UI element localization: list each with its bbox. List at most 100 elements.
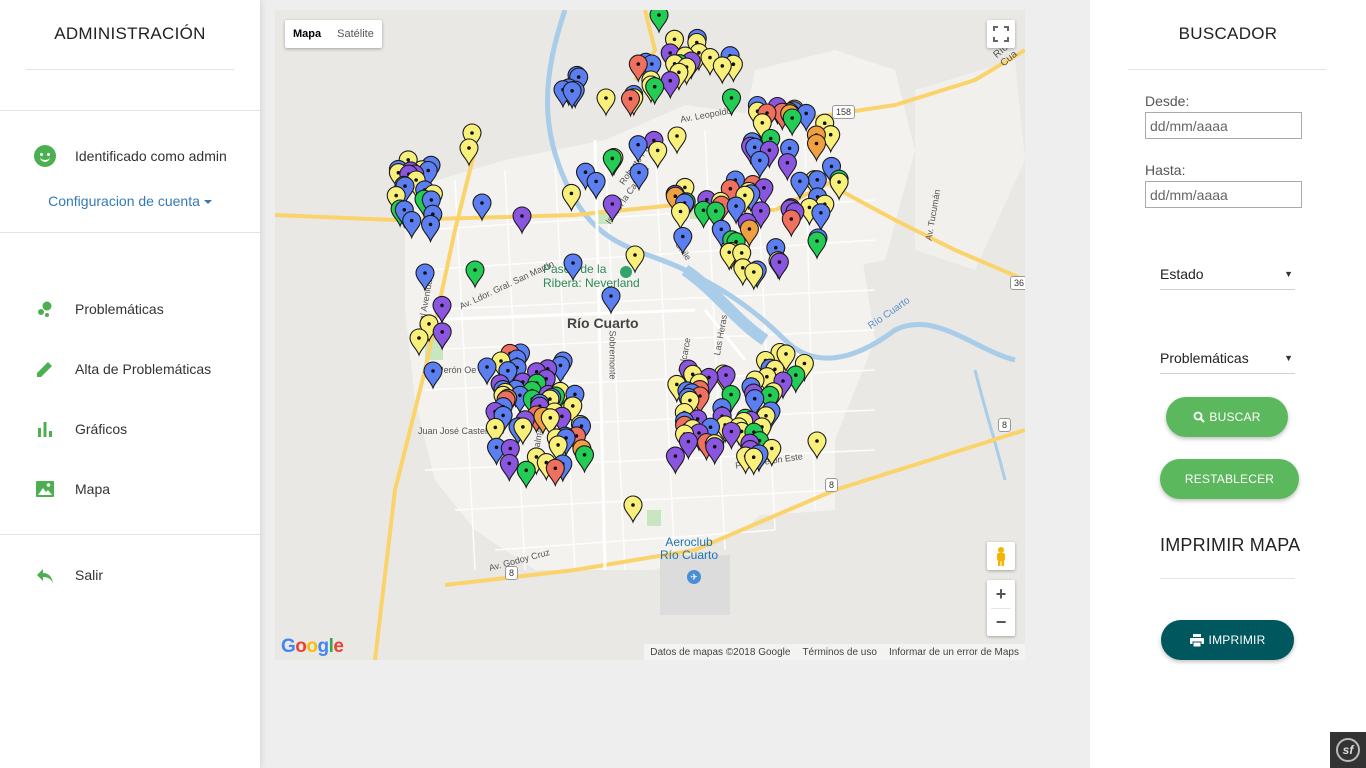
map-marker[interactable]	[545, 458, 565, 488]
nav-item-problematicas[interactable]: Problemáticas	[34, 297, 164, 321]
reply-icon	[34, 564, 56, 586]
map-marker[interactable]	[623, 495, 643, 524]
divider	[0, 232, 260, 233]
sidebar-title: ADMINISTRACIÓN	[54, 24, 206, 43]
map-marker[interactable]	[620, 89, 641, 118]
desde-date-input[interactable]	[1145, 112, 1302, 139]
problems-map[interactable]: Río Cuarto Paseo de la Ribera: Neverland …	[275, 10, 1025, 660]
restablecer-button[interactable]: RESTABLECER	[1160, 459, 1299, 499]
map-marker[interactable]	[402, 211, 422, 240]
map-marker[interactable]	[665, 446, 685, 475]
search-icon	[1193, 411, 1206, 423]
map-marker[interactable]	[459, 138, 479, 167]
caret-down-icon	[203, 200, 212, 205]
nav-label: Problemáticas	[75, 301, 164, 317]
map-marker[interactable]	[781, 209, 801, 238]
account-settings-dropdown[interactable]: Configuracion de cuenta	[0, 193, 260, 209]
map-marker[interactable]	[790, 171, 810, 201]
buscar-label: BUSCAR	[1209, 410, 1261, 424]
map-marker[interactable]	[705, 437, 725, 466]
map-marker[interactable]	[807, 231, 827, 260]
map-marker[interactable]	[561, 183, 581, 213]
map-marker[interactable]	[750, 150, 770, 180]
map-marker[interactable]	[601, 286, 621, 315]
search-panel: BUSCADOR Desde: Hasta: Estado ▼ Problemá…	[1090, 0, 1366, 768]
fullscreen-icon[interactable]	[987, 20, 1015, 48]
map-marker[interactable]	[649, 10, 669, 34]
hasta-date-input[interactable]	[1145, 181, 1302, 208]
imprimir-button[interactable]: IMPRIMIR	[1161, 620, 1294, 660]
problematicas-select-value: Problemáticas	[1160, 349, 1249, 366]
map-marker[interactable]	[420, 214, 441, 244]
printer-icon	[1189, 633, 1204, 647]
map-type-control: Mapa Satélite	[285, 20, 382, 48]
print-map-title: IMPRIMIR MAPA	[1160, 535, 1301, 555]
map-marker[interactable]	[629, 162, 649, 192]
divider	[1160, 578, 1295, 579]
map-marker[interactable]	[648, 140, 668, 170]
nav-label: Mapa	[75, 481, 111, 497]
map-marker[interactable]	[721, 88, 742, 117]
user-label: Identificado como admin	[75, 148, 227, 164]
map-marker[interactable]	[625, 245, 645, 274]
symfony-toolbar-badge[interactable]: sf	[1330, 732, 1366, 768]
pegman-icon[interactable]	[987, 542, 1015, 570]
divider	[26, 69, 234, 70]
map-marker[interactable]	[673, 226, 693, 256]
map-marker[interactable]	[586, 171, 606, 201]
map-marker[interactable]	[574, 445, 595, 474]
map-marker[interactable]	[596, 88, 616, 117]
buscar-button[interactable]: BUSCAR	[1166, 397, 1288, 437]
dropdown-arrow-icon: ▼	[1284, 268, 1293, 279]
nav-item-salir[interactable]: Salir	[34, 563, 103, 587]
map-marker[interactable]	[811, 203, 831, 232]
zoom-in-button[interactable]: +	[987, 580, 1015, 608]
map-marker[interactable]	[602, 194, 622, 223]
terms-link[interactable]: Términos de uso	[802, 647, 876, 658]
map-marker[interactable]	[472, 193, 492, 222]
divider	[0, 110, 260, 111]
map-marker[interactable]	[712, 56, 732, 85]
map-marker[interactable]	[499, 453, 519, 483]
map-marker[interactable]	[415, 263, 435, 292]
map-marker[interactable]	[562, 81, 582, 110]
map-marker[interactable]	[769, 252, 789, 281]
search-panel-title: BUSCADOR	[1178, 24, 1278, 43]
nav-label: Alta de Problemáticas	[75, 361, 212, 377]
restablecer-label: RESTABLECER	[1184, 472, 1275, 486]
problematicas-select[interactable]: Problemáticas ▼	[1160, 342, 1295, 374]
bar-chart-icon	[34, 418, 56, 440]
imprimir-label: IMPRIMIR	[1208, 633, 1266, 647]
zoom-out-button[interactable]: −	[987, 609, 1015, 636]
desde-label: Desde:	[1145, 93, 1190, 109]
nav-item-alta-problematicas[interactable]: Alta de Problemáticas	[34, 357, 211, 381]
map-marker[interactable]	[432, 322, 452, 351]
nav-label: Salir	[75, 567, 104, 583]
map-marker[interactable]	[782, 108, 802, 137]
zoom-control: + −	[987, 580, 1015, 636]
map-type-map-button[interactable]: Mapa	[285, 20, 329, 48]
map-marker[interactable]	[628, 135, 648, 164]
map-marker[interactable]	[423, 361, 443, 390]
map-marker[interactable]	[645, 77, 665, 106]
estado-select[interactable]: Estado ▼	[1160, 258, 1295, 290]
map-marker[interactable]	[807, 431, 827, 460]
map-marker[interactable]	[465, 260, 485, 289]
map-marker[interactable]	[721, 421, 741, 451]
nav-item-mapa[interactable]: Mapa	[34, 477, 110, 501]
map-marker[interactable]	[667, 126, 687, 155]
map-marker[interactable]	[744, 262, 764, 291]
map-marker[interactable]	[829, 172, 849, 201]
report-error-link[interactable]: Informar de un error de Maps	[889, 647, 1019, 658]
map-marker[interactable]	[516, 460, 536, 490]
map-marker[interactable]	[512, 206, 532, 235]
map-marker[interactable]	[806, 133, 827, 163]
map-marker[interactable]	[409, 328, 429, 357]
pencil-icon	[34, 358, 56, 380]
nav-item-graficos[interactable]: Gráficos	[34, 417, 127, 441]
map-marker[interactable]	[563, 253, 583, 282]
map-marker[interactable]	[602, 148, 622, 178]
map-type-satellite-button[interactable]: Satélite	[329, 20, 382, 48]
hasta-label: Hasta:	[1145, 162, 1186, 178]
map-marker[interactable]	[670, 201, 691, 231]
